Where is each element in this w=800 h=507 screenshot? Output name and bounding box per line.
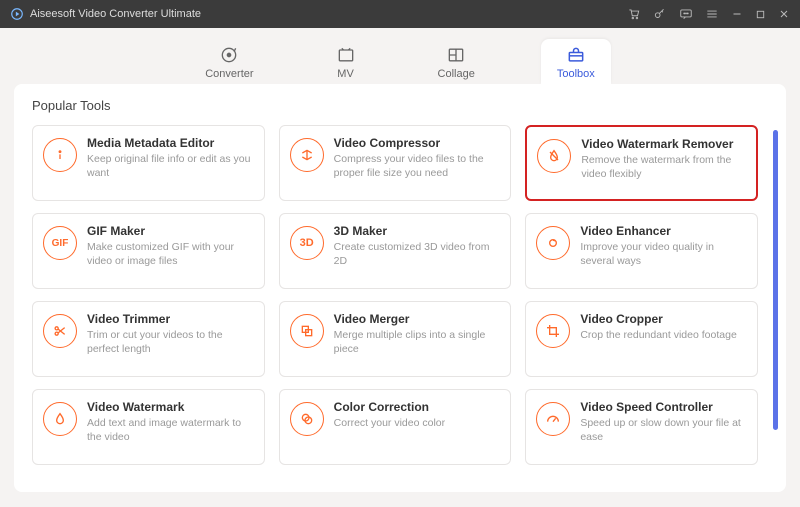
tool-desc: Compress your video files to the proper … <box>334 152 499 180</box>
tool-color-correction[interactable]: Color Correction Correct your video color <box>279 389 512 465</box>
tool-desc: Add text and image watermark to the vide… <box>87 416 252 444</box>
close-icon[interactable] <box>778 8 790 20</box>
tool-title: Video Compressor <box>334 136 499 150</box>
tool-title: Video Speed Controller <box>580 400 745 414</box>
tool-desc: Crop the redundant video footage <box>580 328 736 342</box>
tools-panel: Popular Tools Media Metadata Editor Keep … <box>14 84 786 492</box>
main-tabs: Converter MV Collage Toolbox <box>0 28 800 84</box>
droplet-off-icon <box>537 139 571 173</box>
tool-desc: Remove the watermark from the video flex… <box>581 153 744 181</box>
tab-collage[interactable]: Collage <box>422 39 491 84</box>
tool-desc: Trim or cut your videos to the perfect l… <box>87 328 252 356</box>
feedback-icon[interactable] <box>679 7 693 21</box>
merge-icon <box>290 314 324 348</box>
tool-video-speed-controller[interactable]: Video Speed Controller Speed up or slow d… <box>525 389 758 465</box>
cart-icon[interactable] <box>627 7 641 21</box>
tab-label: MV <box>337 68 354 80</box>
maximize-icon[interactable] <box>755 9 766 20</box>
titlebar: Aiseesoft Video Converter Ultimate <box>0 0 800 28</box>
tab-mv[interactable]: MV <box>320 39 372 84</box>
3d-icon: 3D <box>290 226 324 260</box>
titlebar-left: Aiseesoft Video Converter Ultimate <box>10 7 201 21</box>
droplet-icon <box>43 402 77 436</box>
app-title: Aiseesoft Video Converter Ultimate <box>30 8 201 20</box>
tool-media-metadata-editor[interactable]: Media Metadata Editor Keep original file … <box>32 125 265 201</box>
tool-title: Video Cropper <box>580 312 736 326</box>
tab-label: Toolbox <box>557 68 595 80</box>
tool-desc: Make customized GIF with your video or i… <box>87 240 252 268</box>
tool-desc: Create customized 3D video from 2D <box>334 240 499 268</box>
tool-title: 3D Maker <box>334 224 499 238</box>
tool-title: Video Watermark Remover <box>581 137 744 151</box>
section-title: Popular Tools <box>32 98 768 113</box>
gif-icon: GIF <box>43 226 77 260</box>
tool-video-compressor[interactable]: Video Compressor Compress your video file… <box>279 125 512 201</box>
tool-desc: Keep original file info or edit as you w… <box>87 152 252 180</box>
tool-title: Color Correction <box>334 400 445 414</box>
tool-title: GIF Maker <box>87 224 252 238</box>
tool-video-enhancer[interactable]: Video Enhancer Improve your video quality… <box>525 213 758 289</box>
gauge-icon <box>536 402 570 436</box>
tool-title: Video Enhancer <box>580 224 745 238</box>
tool-desc: Merge multiple clips into a single piece <box>334 328 499 356</box>
tool-desc: Speed up or slow down your file at ease <box>580 416 745 444</box>
tool-title: Media Metadata Editor <box>87 136 252 150</box>
tool-video-cropper[interactable]: Video Cropper Crop the redundant video fo… <box>525 301 758 377</box>
info-icon <box>43 138 77 172</box>
tool-video-watermark-remover[interactable]: Video Watermark Remover Remove the waterm… <box>525 125 758 201</box>
tool-title: Video Trimmer <box>87 312 252 326</box>
tools-grid: Media Metadata Editor Keep original file … <box>32 125 768 465</box>
tool-gif-maker[interactable]: GIF GIF Maker Make customized GIF with yo… <box>32 213 265 289</box>
wand-icon <box>536 226 570 260</box>
crop-icon <box>536 314 570 348</box>
compress-icon <box>290 138 324 172</box>
tool-video-watermark[interactable]: Video Watermark Add text and image waterm… <box>32 389 265 465</box>
color-icon <box>290 402 324 436</box>
app-logo-icon <box>10 7 24 21</box>
titlebar-right <box>627 7 790 21</box>
scrollbar-thumb[interactable] <box>773 130 778 430</box>
tab-converter[interactable]: Converter <box>189 39 269 84</box>
scissors-icon <box>43 314 77 348</box>
tool-video-merger[interactable]: Video Merger Merge multiple clips into a … <box>279 301 512 377</box>
key-icon[interactable] <box>653 7 667 21</box>
tool-video-trimmer[interactable]: Video Trimmer Trim or cut your videos to … <box>32 301 265 377</box>
minimize-icon[interactable] <box>731 8 743 20</box>
tab-label: Converter <box>205 68 253 80</box>
tool-title: Video Merger <box>334 312 499 326</box>
tab-toolbox[interactable]: Toolbox <box>541 39 611 84</box>
tool-title: Video Watermark <box>87 400 252 414</box>
scrollbar[interactable] <box>773 130 778 470</box>
menu-icon[interactable] <box>705 7 719 21</box>
tool-desc: Improve your video quality in several wa… <box>580 240 745 268</box>
tool-desc: Correct your video color <box>334 416 445 430</box>
tab-label: Collage <box>438 68 475 80</box>
tool-3d-maker[interactable]: 3D 3D Maker Create customized 3D video fr… <box>279 213 512 289</box>
